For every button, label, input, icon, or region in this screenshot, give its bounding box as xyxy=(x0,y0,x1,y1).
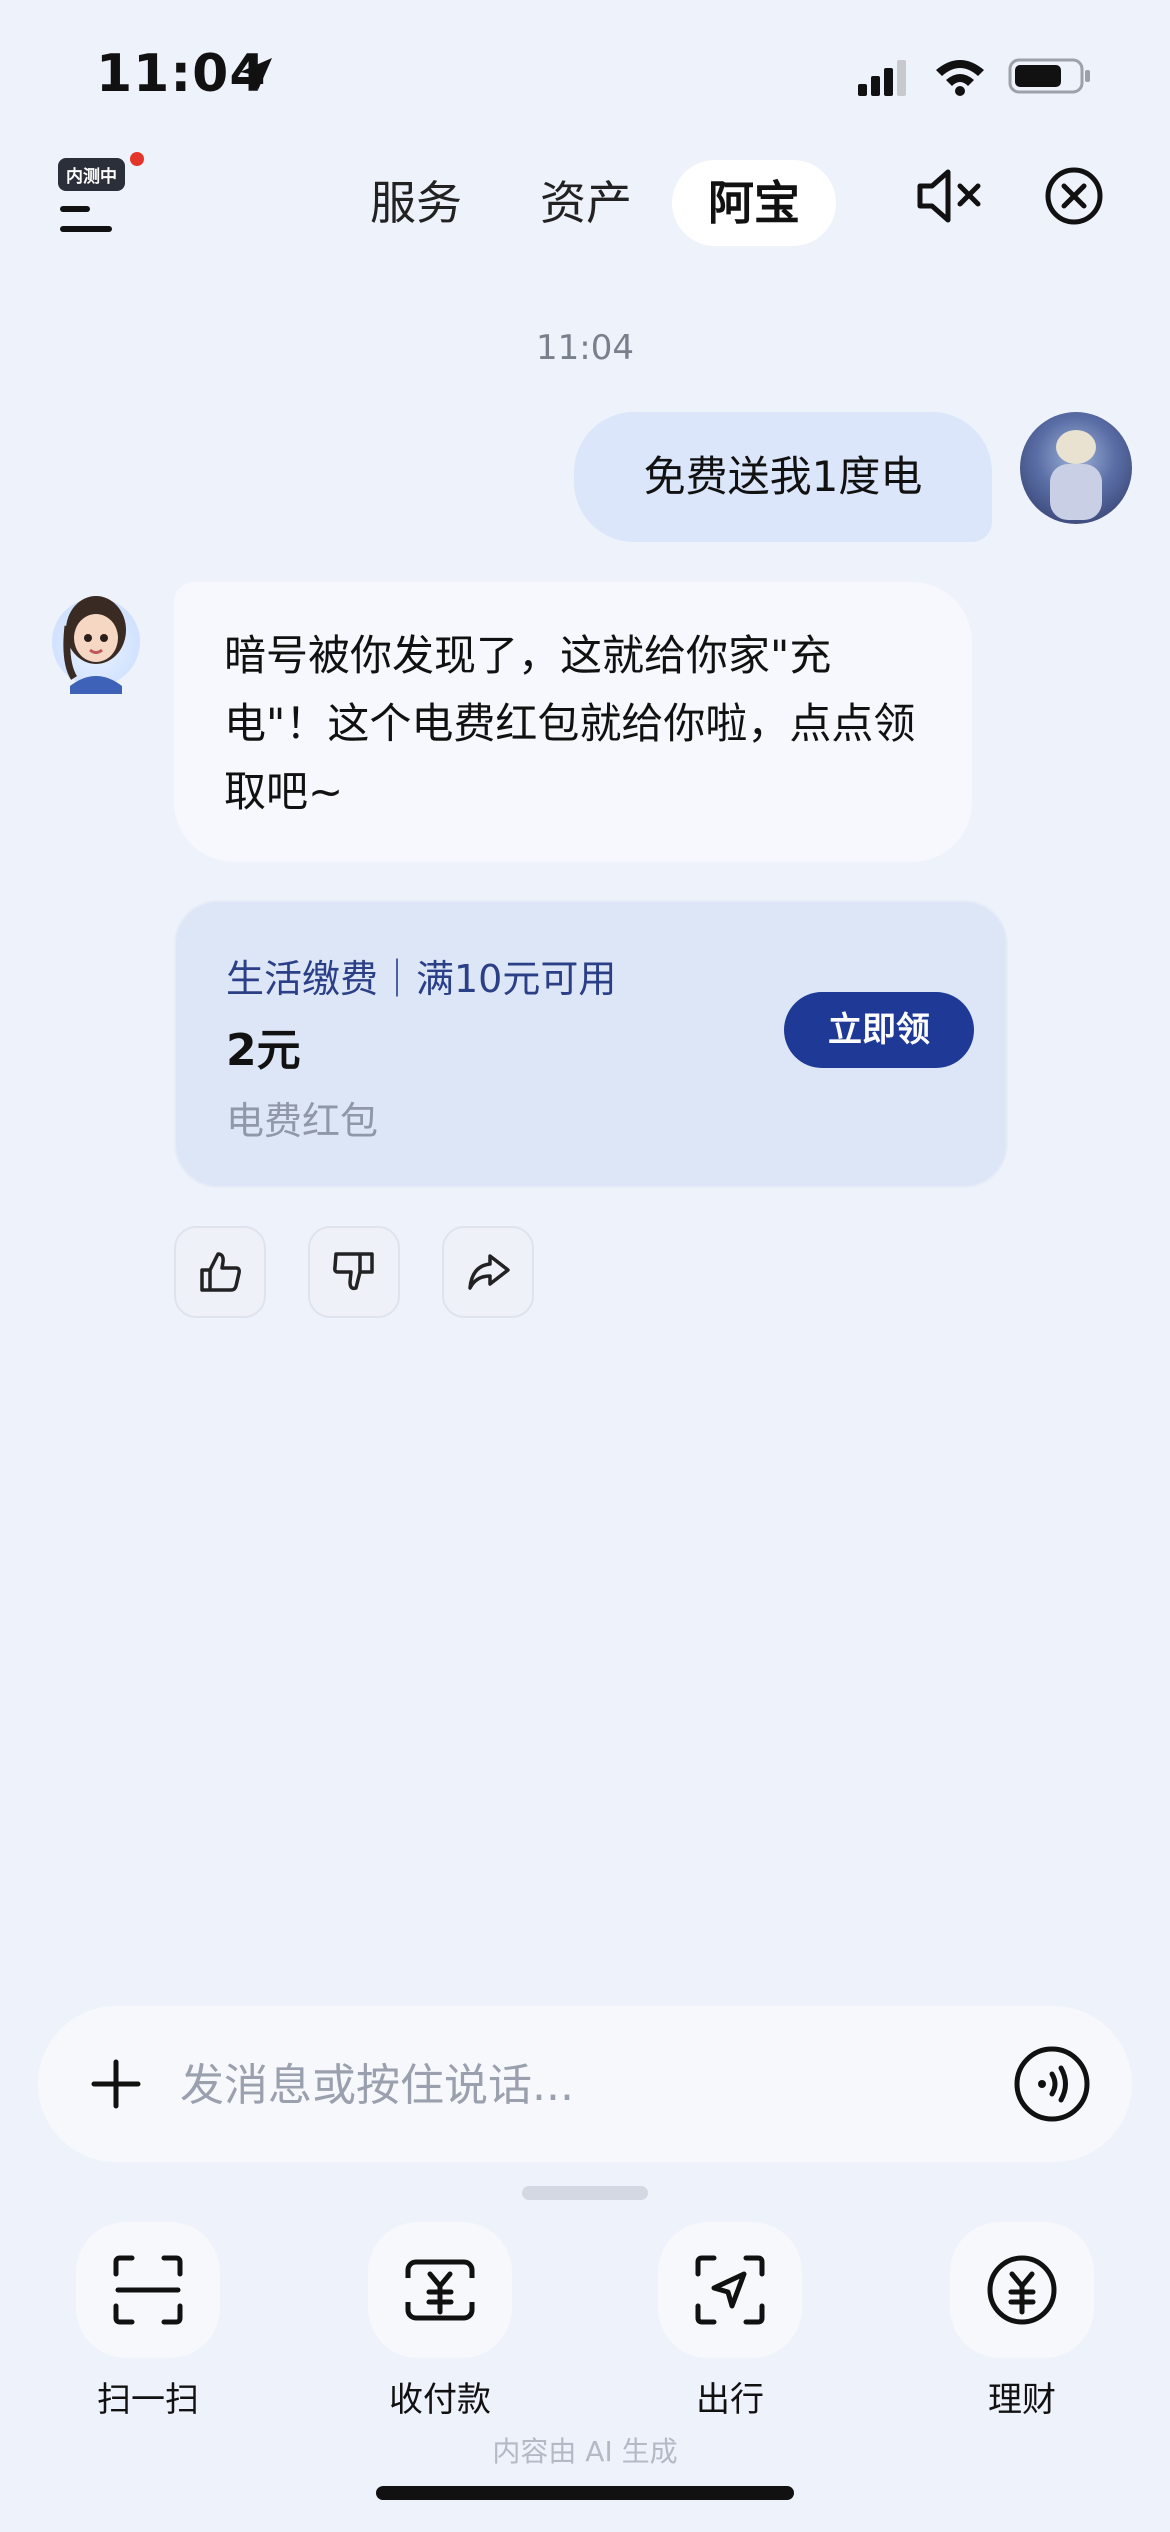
mute-icon[interactable] xyxy=(914,166,986,226)
like-button[interactable] xyxy=(174,1226,266,1318)
dislike-button[interactable] xyxy=(308,1226,400,1318)
coupon-amount: 2元 xyxy=(226,1025,301,1076)
coupon-name: 电费红包 xyxy=(226,1099,379,1143)
quick-action-scan[interactable]: 扫一扫 xyxy=(76,2222,220,2421)
quick-action-label: 理财 xyxy=(988,2380,1056,2420)
top-navigation: 内测中 服务 资产 阿宝 xyxy=(0,140,1170,250)
coupon-tag: 生活缴费｜满10元可用 xyxy=(226,957,617,1001)
finance-icon xyxy=(987,2255,1057,2325)
voice-icon[interactable] xyxy=(1012,2044,1092,2124)
plus-icon[interactable] xyxy=(88,2056,144,2112)
home-indicator xyxy=(376,2486,794,2500)
notification-dot xyxy=(130,152,144,166)
scan-icon xyxy=(113,2255,183,2325)
quick-action-finance[interactable]: 理财 xyxy=(950,2222,1094,2421)
wifi-icon xyxy=(936,60,984,96)
close-icon[interactable] xyxy=(1042,164,1106,228)
message-input-bar xyxy=(38,2006,1132,2162)
menu-button[interactable]: 内测中 xyxy=(58,152,144,238)
user-message: 免费送我1度电 xyxy=(574,412,992,542)
quick-action-travel[interactable]: 出行 xyxy=(658,2222,802,2421)
quick-action-label: 出行 xyxy=(696,2380,764,2420)
tab-services[interactable]: 服务 xyxy=(370,160,462,246)
coupon-card[interactable]: 生活缴费｜满10元可用 2元 电费红包 立即领 xyxy=(174,900,1008,1188)
cellular-signal-icon xyxy=(858,60,906,96)
quick-action-label: 扫一扫 xyxy=(97,2380,199,2420)
quick-action-payment[interactable]: 收付款 xyxy=(368,2222,512,2421)
menu-icon xyxy=(60,206,112,232)
tab-abao[interactable]: 阿宝 xyxy=(672,160,836,246)
travel-icon xyxy=(695,2255,765,2325)
share-button[interactable] xyxy=(442,1226,534,1318)
payment-icon xyxy=(404,2259,476,2321)
claim-button[interactable]: 立即领 xyxy=(784,992,974,1068)
battery-icon xyxy=(1008,58,1090,94)
quick-action-label: 收付款 xyxy=(389,2380,491,2420)
user-avatar[interactable] xyxy=(1020,412,1132,524)
assistant-message: 暗号被你发现了，这就给你家"充电"！这个电费红包就给你啦，点点领取吧~ xyxy=(174,582,972,862)
thumbs-down-icon xyxy=(333,1252,374,1291)
thumbs-up-icon xyxy=(200,1252,241,1292)
drag-handle[interactable] xyxy=(522,2186,648,2200)
assistant-avatar[interactable] xyxy=(50,582,142,694)
share-arrow-icon xyxy=(468,1254,510,1290)
chat-timestamp: 11:04 xyxy=(536,328,634,368)
status-bar: 11:04 xyxy=(0,0,1170,150)
ai-generated-note: 内容由 AI 生成 xyxy=(492,2435,678,2468)
location-arrow-icon xyxy=(240,58,272,90)
message-input[interactable] xyxy=(178,2044,1002,2126)
tab-assets[interactable]: 资产 xyxy=(540,160,632,246)
beta-badge: 内测中 xyxy=(58,158,125,191)
